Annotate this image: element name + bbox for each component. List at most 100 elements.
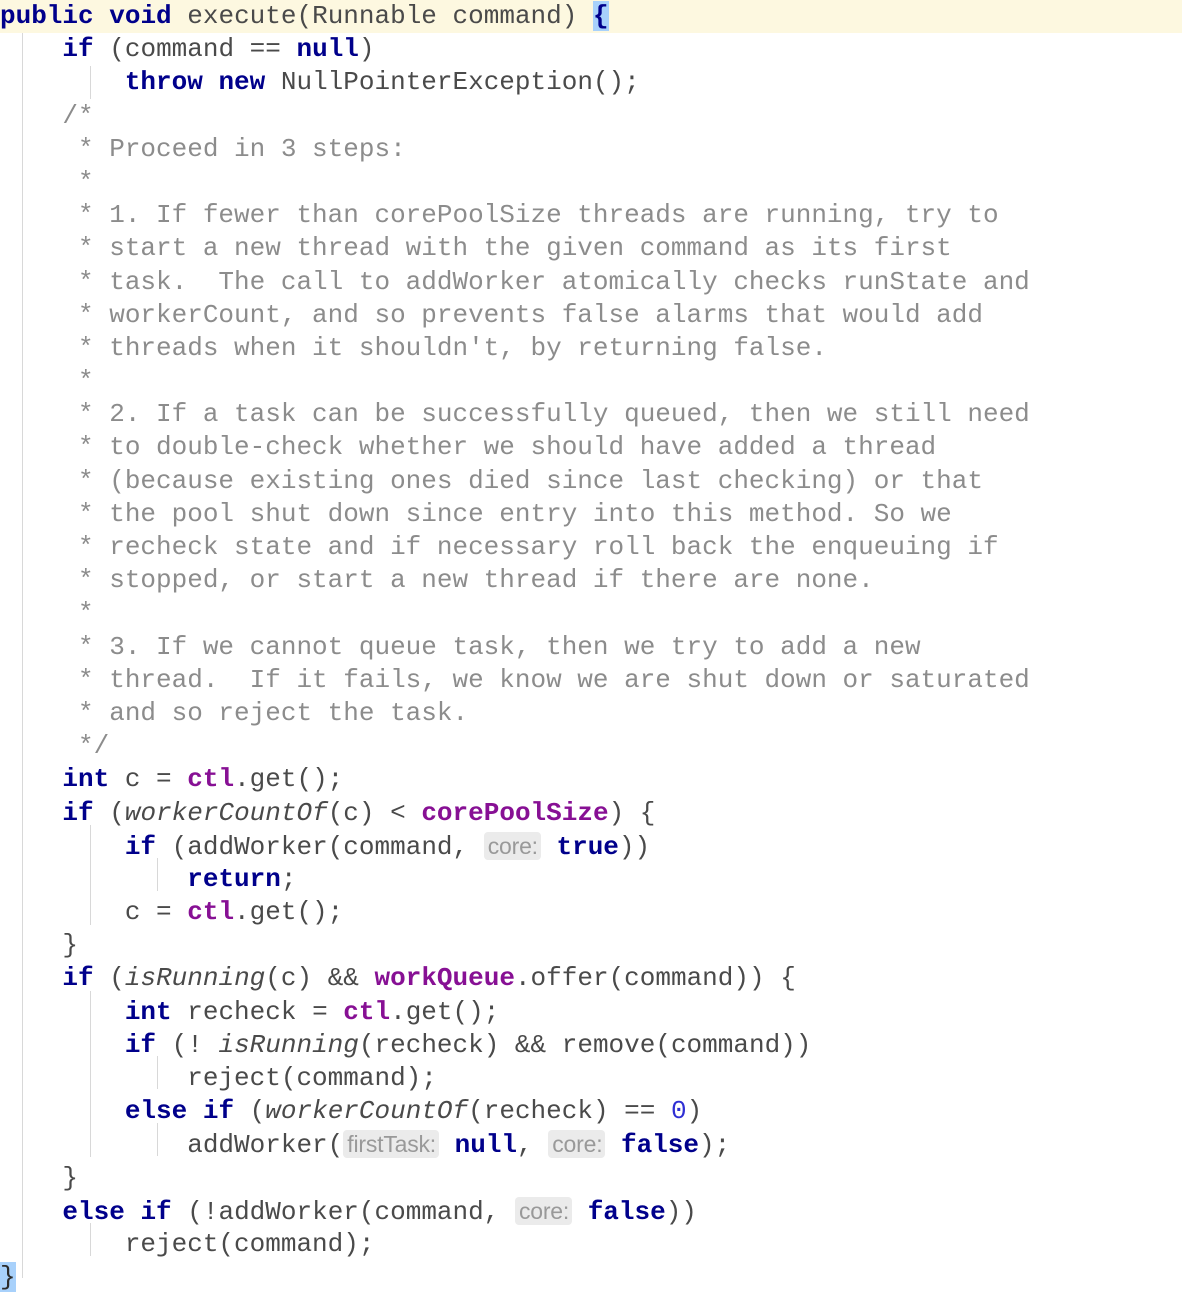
- keyword-token: if: [62, 797, 94, 828]
- code-line[interactable]: * thread. If it fails, we know we are sh…: [0, 664, 1182, 697]
- code-lines-container[interactable]: public void execute(Runnable command) { …: [0, 0, 1182, 1294]
- code-token: .get();: [234, 764, 344, 795]
- comment-token: * start a new thread with the given comm…: [0, 233, 952, 264]
- code-token: (c) &&: [265, 963, 375, 994]
- code-line[interactable]: * task. The call to addWorker atomically…: [0, 266, 1182, 299]
- code-token: (: [156, 831, 188, 862]
- code-line[interactable]: return;: [0, 863, 1182, 896]
- code-line[interactable]: throw new NullPointerException();: [0, 66, 1182, 99]
- code-token: (!: [156, 1029, 219, 1060]
- keyword-token: false: [587, 1196, 666, 1227]
- field-token: corePoolSize: [421, 797, 609, 828]
- static-method-token: workerCountOf: [265, 1096, 469, 1127]
- code-token: addWorker: [187, 831, 328, 862]
- code-token: addWorker(: [0, 1130, 344, 1161]
- code-token: command: [452, 1, 562, 31]
- code-line[interactable]: * to double-check whether we should have…: [0, 431, 1182, 464]
- code-line[interactable]: public void execute(Runnable command) {: [0, 0, 1182, 34]
- comment-token: /*: [0, 100, 94, 131]
- matched-brace: }: [0, 1262, 16, 1293]
- code-line[interactable]: * the pool shut down since entry into th…: [0, 498, 1182, 531]
- code-line[interactable]: else if (!addWorker(command, core: false…: [0, 1195, 1182, 1228]
- code-line[interactable]: int c = ctl.get();: [0, 763, 1182, 796]
- field-token: workQueue: [374, 963, 515, 994]
- code-line[interactable]: if (workerCountOf(c) < corePoolSize) {: [0, 797, 1182, 830]
- keyword-token: void: [109, 1, 172, 31]
- code-line[interactable]: if (isRunning(c) && workQueue.offer(comm…: [0, 962, 1182, 995]
- code-token: )): [665, 1196, 697, 1227]
- code-line[interactable]: * workerCount, and so prevents false ala…: [0, 299, 1182, 332]
- code-line[interactable]: *: [0, 597, 1182, 630]
- field-token: ctl: [343, 996, 391, 1027]
- comment-token: * (because existing ones died since last…: [0, 465, 983, 496]
- code-line[interactable]: else if (workerCountOf(recheck) == 0): [0, 1095, 1182, 1128]
- code-line[interactable]: * threads when it shouldn't, by returnin…: [0, 332, 1182, 365]
- keyword-token: new: [218, 67, 266, 98]
- code-token: (c) <: [327, 797, 422, 828]
- code-line[interactable]: * Proceed in 3 steps:: [0, 133, 1182, 166]
- code-line[interactable]: * start a new thread with the given comm…: [0, 232, 1182, 265]
- code-line[interactable]: reject(command);: [0, 1062, 1182, 1095]
- code-line[interactable]: * recheck state and if necessary roll ba…: [0, 531, 1182, 564]
- code-token: reject(command);: [0, 1063, 437, 1093]
- code-line[interactable]: }: [0, 929, 1182, 962]
- field-token: ctl: [187, 764, 235, 795]
- code-line[interactable]: * and so reject the task.: [0, 697, 1182, 730]
- comment-token: * Proceed in 3 steps:: [0, 133, 406, 164]
- code-token: Runnable: [312, 1, 437, 31]
- code-line[interactable]: }: [0, 1261, 1182, 1294]
- code-line[interactable]: * 1. If fewer than corePoolSize threads …: [0, 199, 1182, 232]
- code-line[interactable]: *: [0, 365, 1182, 398]
- keyword-token: null: [296, 34, 359, 65]
- code-token: (: [234, 1096, 266, 1127]
- keyword-token: false: [621, 1130, 700, 1161]
- code-line[interactable]: *: [0, 166, 1182, 199]
- code-token: .offer(command)) {: [514, 963, 796, 994]
- comment-token: * 3. If we cannot queue task, then we tr…: [0, 631, 921, 662]
- static-method-token: workerCountOf: [124, 797, 328, 828]
- code-line[interactable]: * 2. If a task can be successfully queue…: [0, 398, 1182, 431]
- comment-token: * to double-check whether we should have…: [0, 432, 937, 463]
- comment-token: * recheck state and if necessary roll ba…: [0, 532, 999, 562]
- code-line[interactable]: int recheck = ctl.get();: [0, 996, 1182, 1029]
- field-token: ctl: [187, 897, 235, 928]
- keyword-token: null: [454, 1130, 518, 1161]
- keyword-token: if: [124, 1029, 157, 1060]
- code-line[interactable]: * 3. If we cannot queue task, then we tr…: [0, 631, 1182, 664]
- code-token: (command,: [327, 831, 484, 862]
- code-line[interactable]: c = ctl.get();: [0, 896, 1182, 929]
- code-token: ();: [592, 67, 640, 98]
- code-token: (: [93, 797, 125, 828]
- parameter-hint: core:: [548, 1130, 606, 1159]
- comment-token: * the pool shut down since entry into th…: [0, 498, 952, 529]
- code-line[interactable]: }: [0, 1162, 1182, 1195]
- code-line[interactable]: addWorker(firstTask: null, core: false);: [0, 1128, 1182, 1161]
- code-line[interactable]: /*: [0, 100, 1182, 133]
- static-method-token: isRunning: [124, 963, 266, 994]
- keyword-token: if: [202, 1096, 235, 1127]
- code-line[interactable]: if (command == null): [0, 33, 1182, 66]
- code-token: ,: [517, 1130, 549, 1161]
- code-line[interactable]: * (because existing ones died since last…: [0, 465, 1182, 498]
- code-line[interactable]: * stopped, or start a new thread if ther…: [0, 564, 1182, 597]
- comment-token: * stopped, or start a new thread if ther…: [0, 565, 874, 596]
- code-line[interactable]: if (addWorker(command, core: true)): [0, 830, 1182, 863]
- code-line[interactable]: if (! isRunning(recheck) && remove(comma…: [0, 1029, 1182, 1062]
- comment-token: *: [0, 166, 94, 197]
- code-token: ) {: [608, 797, 656, 828]
- code-line[interactable]: reject(command);: [0, 1228, 1182, 1261]
- code-line[interactable]: */: [0, 730, 1182, 763]
- keyword-token: if: [140, 1196, 172, 1227]
- code-editor[interactable]: public void execute(Runnable command) { …: [0, 0, 1182, 1294]
- keyword-token: throw: [124, 67, 203, 98]
